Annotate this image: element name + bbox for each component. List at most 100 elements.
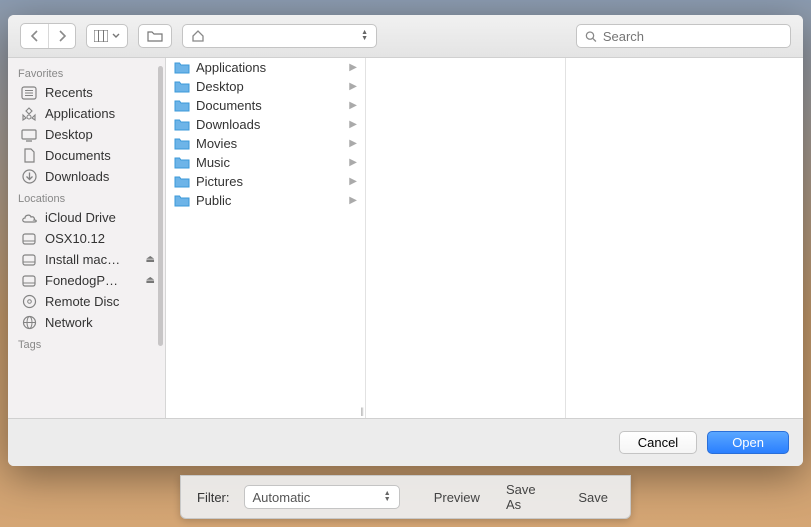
sidebar-item-install-mac[interactable]: Install mac… ⏏: [8, 249, 165, 270]
sidebar-item-desktop[interactable]: Desktop: [8, 124, 165, 145]
columns-icon: [94, 30, 108, 42]
cancel-button[interactable]: Cancel: [619, 431, 697, 454]
folder-icon: [174, 80, 190, 93]
updown-icon: ▲▼: [361, 30, 368, 42]
path-selector[interactable]: ▲▼: [182, 24, 377, 48]
sidebar-item-applications[interactable]: Applications: [8, 103, 165, 124]
chevron-right-icon: [58, 30, 67, 42]
folder-icon: [174, 99, 190, 112]
file-name: Desktop: [196, 79, 343, 94]
forward-button[interactable]: [48, 24, 75, 48]
sidebar-item-label: Documents: [45, 148, 111, 163]
eject-icon[interactable]: ⏏: [146, 275, 155, 286]
file-browser: Favorites Recents Applications Desktop D…: [8, 58, 803, 418]
filter-value: Automatic: [253, 490, 378, 505]
sidebar: Favorites Recents Applications Desktop D…: [8, 58, 166, 418]
sidebar-item-label: Network: [45, 315, 93, 330]
column-resize-handle[interactable]: ||: [360, 406, 363, 416]
chevron-right-icon: ▶: [349, 100, 357, 111]
sidebar-item-remote-disc[interactable]: Remote Disc: [8, 291, 165, 312]
sidebar-section-favorites: Favorites: [8, 62, 165, 82]
navigate-up-button[interactable]: [138, 24, 172, 48]
sidebar-item-label: Install mac…: [45, 252, 120, 267]
sidebar-item-label: Applications: [45, 106, 115, 121]
sidebar-item-downloads[interactable]: Downloads: [8, 166, 165, 187]
column-view: Applications ▶ Desktop ▶ Documents▶ Downlo…: [166, 58, 803, 418]
file-row[interactable]: Downloads ▶: [166, 115, 365, 134]
folder-icon: [174, 156, 190, 169]
chevron-right-icon: ▶: [349, 138, 357, 149]
disk-icon: [20, 253, 38, 267]
file-row[interactable]: Documents▶: [166, 96, 365, 115]
document-icon: [20, 148, 38, 163]
parent-window-toolbar: Filter: Automatic ▲▼ Preview Save As Sav…: [180, 475, 631, 519]
download-icon: [20, 169, 38, 184]
filter-select[interactable]: Automatic ▲▼: [244, 485, 400, 509]
preview-button[interactable]: Preview: [428, 486, 486, 509]
column-2[interactable]: [566, 58, 803, 418]
sidebar-item-label: Downloads: [45, 169, 109, 184]
column-1[interactable]: [366, 58, 566, 418]
sidebar-item-network[interactable]: Network: [8, 312, 165, 333]
chevron-right-icon: ▶: [349, 81, 357, 92]
file-name: Applications: [196, 60, 343, 75]
open-dialog: ▲▼ Favorites Recents Applications Deskto…: [8, 15, 803, 466]
chevron-left-icon: [30, 30, 39, 42]
file-row[interactable]: Desktop ▶: [166, 77, 365, 96]
search-field[interactable]: [576, 24, 791, 48]
folder-icon: [174, 118, 190, 131]
chevron-down-icon: [112, 33, 120, 39]
back-button[interactable]: [21, 24, 48, 48]
folder-icon: [174, 137, 190, 150]
sidebar-item-label: Recents: [45, 85, 93, 100]
home-icon: [191, 29, 205, 43]
file-name: Movies: [196, 136, 343, 151]
file-row[interactable]: Movies ▶: [166, 134, 365, 153]
file-row[interactable]: Music ▶: [166, 153, 365, 172]
folder-icon: [174, 194, 190, 207]
optical-icon: [20, 294, 38, 309]
folder-icon: [174, 175, 190, 188]
chevron-right-icon: ▶: [349, 176, 357, 187]
search-input[interactable]: [603, 29, 782, 44]
chevron-right-icon: ▶: [349, 62, 357, 73]
open-button[interactable]: Open: [707, 431, 789, 454]
dialog-footer: Cancel Open: [8, 418, 803, 466]
globe-icon: [20, 315, 38, 330]
save-button[interactable]: Save: [572, 486, 614, 509]
square-list-icon: [20, 86, 38, 100]
view-mode-selector[interactable]: [86, 24, 128, 48]
disk-icon: [20, 232, 38, 246]
filter-label: Filter:: [197, 490, 230, 505]
sidebar-item-label: Remote Disc: [45, 294, 119, 309]
save-as-button[interactable]: Save As: [500, 478, 558, 516]
cloud-icon: [20, 212, 38, 224]
apps-icon: [20, 107, 38, 121]
chevron-right-icon: ▶: [349, 195, 357, 206]
updown-icon: ▲▼: [384, 491, 391, 503]
sidebar-item-label: iCloud Drive: [45, 210, 116, 225]
file-row[interactable]: Applications ▶: [166, 58, 365, 77]
folder-icon: [174, 61, 190, 74]
sidebar-item-recents[interactable]: Recents: [8, 82, 165, 103]
file-row[interactable]: Pictures▶: [166, 172, 365, 191]
search-icon: [585, 30, 597, 43]
file-name: Music: [196, 155, 343, 170]
desktop-icon: [20, 128, 38, 142]
eject-icon[interactable]: ⏏: [146, 254, 155, 265]
toolbar: ▲▼: [8, 15, 803, 58]
nav-buttons: [20, 23, 76, 49]
chevron-right-icon: ▶: [349, 119, 357, 130]
sidebar-item-documents[interactable]: Documents: [8, 145, 165, 166]
sidebar-item-label: OSX10.12: [45, 231, 105, 246]
sidebar-item-label: FonedogP…: [45, 273, 118, 288]
file-row[interactable]: Public▶: [166, 191, 365, 210]
column-0[interactable]: Applications ▶ Desktop ▶ Documents▶ Downlo…: [166, 58, 366, 418]
sidebar-item-osx[interactable]: OSX10.12: [8, 228, 165, 249]
disk-icon: [20, 274, 38, 288]
chevron-right-icon: ▶: [349, 157, 357, 168]
sidebar-item-icloud[interactable]: iCloud Drive: [8, 207, 165, 228]
folder-up-icon: [147, 30, 163, 42]
sidebar-item-fonedog[interactable]: FonedogP… ⏏: [8, 270, 165, 291]
file-name: Downloads: [196, 117, 343, 132]
